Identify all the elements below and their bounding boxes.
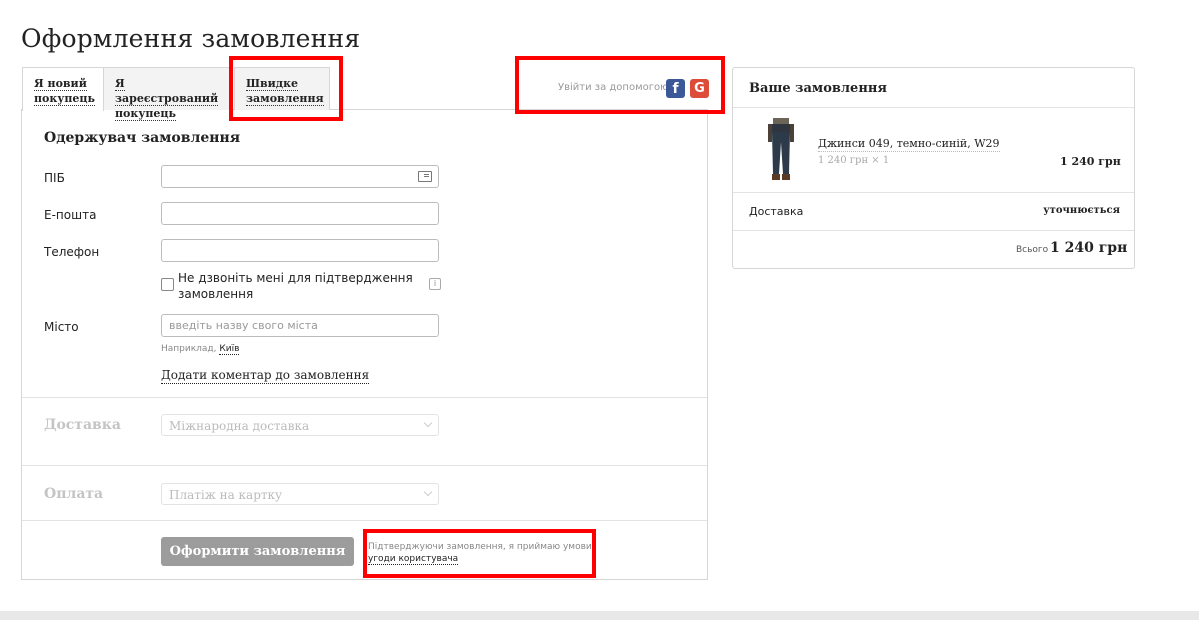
chevron-down-icon xyxy=(423,487,433,497)
city-label: Місто xyxy=(44,320,79,334)
divider xyxy=(22,397,707,398)
payment-select[interactable]: Платіж на картку xyxy=(161,483,439,505)
city-hint-prefix: Наприклад, xyxy=(161,344,217,354)
order-delivery-label: Доставка xyxy=(749,205,804,218)
city-hint: Наприклад, Київ xyxy=(161,344,240,355)
no-call-label[interactable]: Не дзвоніть мені для підтвердження замов… xyxy=(178,270,418,302)
recipient-section-title: Одержувач замовлення xyxy=(44,130,241,146)
divider xyxy=(733,230,1134,231)
city-placeholder: введіть назву свого міста xyxy=(169,319,318,332)
email-field[interactable] xyxy=(161,202,439,225)
order-delivery-value: уточнюється xyxy=(1043,205,1120,216)
divider xyxy=(733,192,1134,193)
city-hint-example-link[interactable]: Київ xyxy=(219,344,240,355)
order-title: Ваше замовлення xyxy=(749,81,887,96)
delivery-section-title: Доставка xyxy=(44,417,121,433)
product-quantity: 1 240 грн × 1 xyxy=(818,155,890,166)
payment-selected: Платіж на картку xyxy=(169,488,283,502)
order-total-value: 1 240 грн xyxy=(1050,240,1128,256)
order-total-label: Всього xyxy=(1016,245,1049,255)
email-label: Е-пошта xyxy=(44,208,97,222)
highlight-box xyxy=(229,56,343,121)
divider xyxy=(22,465,707,466)
name-label: ПІБ xyxy=(44,171,65,185)
divider xyxy=(733,107,1134,108)
name-field[interactable] xyxy=(161,165,439,188)
delivery-selected: Міжнародна доставка xyxy=(169,419,310,433)
phone-field[interactable] xyxy=(161,239,439,262)
contact-card-icon[interactable] xyxy=(418,171,432,182)
product-image[interactable] xyxy=(764,118,798,182)
tab-registered-customer[interactable]: Я зареєстрований покупець xyxy=(103,67,230,121)
city-field[interactable]: введіть назву свого міста xyxy=(161,314,439,337)
product-price: 1 240 грн xyxy=(1060,155,1121,168)
submit-order-button[interactable]: Оформити замовлення xyxy=(161,537,354,566)
page-title: Оформлення замовлення xyxy=(21,24,361,53)
chevron-down-icon xyxy=(423,418,433,428)
highlight-box xyxy=(363,529,596,578)
tab-new-customer[interactable]: Я новий покупець xyxy=(22,67,104,111)
payment-section-title: Оплата xyxy=(44,486,104,502)
phone-label: Телефон xyxy=(44,245,100,259)
info-icon[interactable]: i xyxy=(429,278,441,290)
delivery-select[interactable]: Міжнародна доставка xyxy=(161,414,439,436)
tab-label: Я новий покупець xyxy=(34,77,96,106)
no-call-checkbox[interactable] xyxy=(161,278,174,291)
footer-bar xyxy=(0,611,1199,620)
divider xyxy=(22,520,707,521)
add-comment-link[interactable]: Додати коментар до замовлення xyxy=(161,367,370,384)
product-name-link[interactable]: Джинси 049, темно-синій, W29 xyxy=(818,137,1000,152)
highlight-box xyxy=(515,56,725,114)
